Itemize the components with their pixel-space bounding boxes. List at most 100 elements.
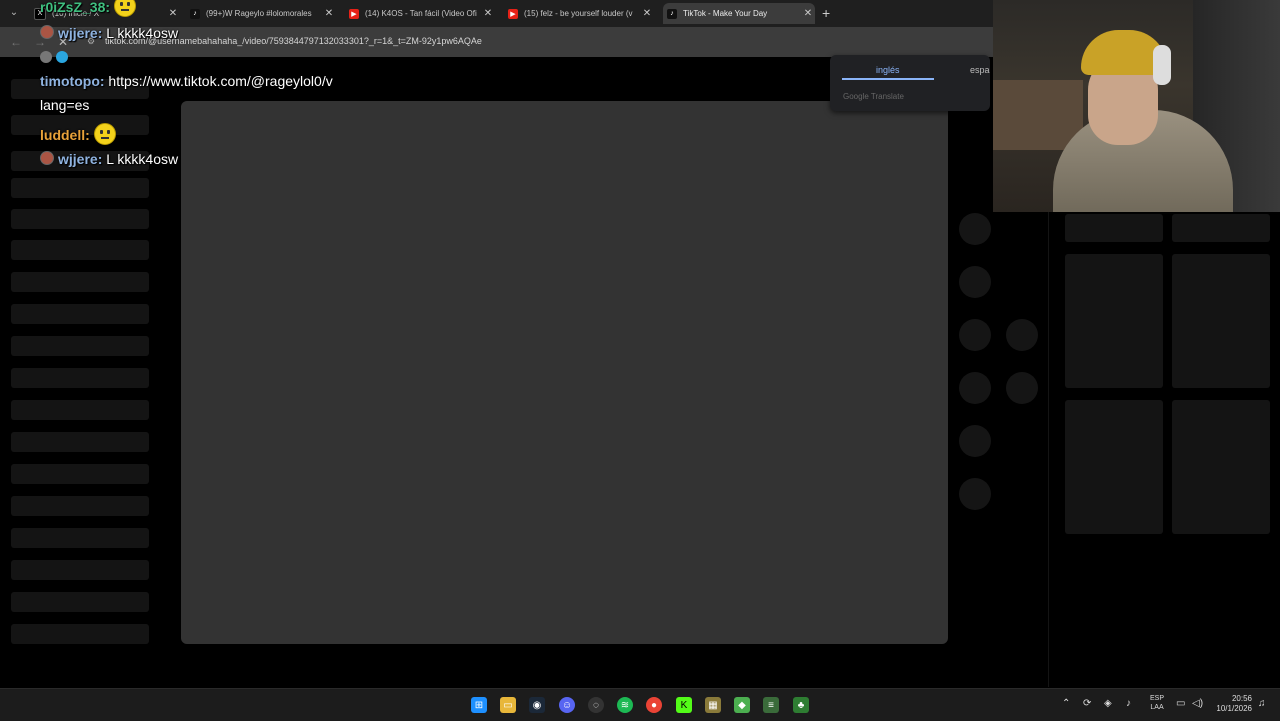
tab-title: (14) K4OS - Tan fácil (Video Ofi xyxy=(365,9,477,18)
translate-source-language-tab[interactable]: inglés xyxy=(876,65,900,75)
tab-title: (99+)W Rageylo #lolomorales xyxy=(206,9,312,18)
action-button-skeleton[interactable] xyxy=(959,213,991,245)
close-tab-icon[interactable]: ✕ xyxy=(322,8,336,19)
webcam-overlay xyxy=(993,0,1280,212)
action-button-skeleton[interactable] xyxy=(959,266,991,298)
translate-popup: inglés españ Google Translate xyxy=(830,55,990,111)
chevron-up-icon[interactable]: ⌃ xyxy=(1062,698,1070,709)
region-code: LAA xyxy=(1150,704,1164,711)
clock-date: 10/1/2026 xyxy=(1216,704,1252,713)
close-tab-icon[interactable]: ✕ xyxy=(640,8,654,19)
tab-tiktok-rageylo[interactable]: ♪ (99+)W Rageylo #lolomorales ✕ xyxy=(186,3,336,24)
active-tab-indicator xyxy=(842,78,934,80)
microphone-icon[interactable]: ♪ xyxy=(1126,698,1131,709)
new-tab-button[interactable]: + xyxy=(822,5,830,21)
chat-message: wjjere: L kkkk4osw xyxy=(40,151,178,167)
chat-badge-icon xyxy=(40,51,52,63)
close-tab-icon[interactable]: ✕ xyxy=(801,8,815,19)
related-video-skeleton xyxy=(1172,254,1270,388)
action-button-skeleton[interactable] xyxy=(959,478,991,510)
neutral-face-emote-icon xyxy=(93,123,116,145)
action-button-skeleton[interactable] xyxy=(959,372,991,404)
sidebar-skeleton-item xyxy=(11,432,149,452)
tab-title: TikTok - Make Your Day xyxy=(683,9,768,18)
steam-icon[interactable]: ◉ xyxy=(529,697,545,713)
related-video-skeleton xyxy=(1172,214,1270,242)
translate-target-language-tab[interactable]: españ xyxy=(970,65,990,75)
windows-start-icon[interactable]: ⊞ xyxy=(471,697,487,713)
user-badge-icon xyxy=(40,25,54,39)
system-clock[interactable]: 20:56 10/1/2026 xyxy=(1208,694,1252,714)
sidebar-skeleton-item xyxy=(11,624,149,644)
notification-bell-icon[interactable]: ♫ xyxy=(1258,698,1266,709)
sidebar-skeleton-item xyxy=(11,272,149,292)
back-arrow-icon[interactable]: ← xyxy=(10,35,22,49)
sidebar-skeleton-item xyxy=(11,560,149,580)
tab-tiktok-active[interactable]: ♪ TikTok - Make Your Day ✕ xyxy=(663,3,815,24)
action-button-skeleton[interactable] xyxy=(959,319,991,351)
chat-message: wjjere: L kkkk4osw xyxy=(40,25,178,41)
sidebar-skeleton-item xyxy=(11,209,149,229)
user-badge-icon xyxy=(40,151,54,165)
sidebar-skeleton-item xyxy=(11,496,149,516)
minecraft-icon[interactable]: ◆ xyxy=(734,697,750,713)
related-video-skeleton xyxy=(1065,214,1163,242)
tab-youtube-felz[interactable]: ▶ (15) felz - be yourself louder (v ✕ xyxy=(504,3,654,24)
network-icon[interactable]: ▭ xyxy=(1176,698,1185,709)
related-video-skeleton xyxy=(1065,400,1163,534)
webcam-person xyxy=(1153,45,1171,85)
sidebar-skeleton-item xyxy=(11,240,149,260)
action-button-skeleton[interactable] xyxy=(1006,372,1038,404)
app-icon[interactable]: ♣ xyxy=(793,697,809,713)
tab-title: (15) felz - be yourself louder (v xyxy=(524,9,633,18)
tab-search-chevron-icon[interactable]: ⌄ xyxy=(6,5,22,21)
neutral-face-emote-icon xyxy=(113,0,136,17)
volume-icon[interactable]: ◁) xyxy=(1192,698,1203,709)
chat-username: wjjere: xyxy=(58,151,103,167)
youtube-icon: ▶ xyxy=(508,8,518,19)
sidebar-skeleton-item xyxy=(11,464,149,484)
chat-message: timotopo: https://www.tiktok.com/@rageyl… xyxy=(40,73,333,89)
discord-icon[interactable]: ☺ xyxy=(559,697,575,713)
chat-text: https://www.tiktok.com/@rageylol0/v xyxy=(104,73,333,89)
input-language-indicator[interactable]: ESP LAA xyxy=(1150,694,1164,712)
taskbar: ⊞ ▭ ◉ ☺ ◌ ≋ ● K ▦ ◆ ≡ ♣ ⌃ ⟳ ◈ ♪ ESP LAA … xyxy=(0,688,1280,721)
spotify-icon[interactable]: ≋ xyxy=(617,697,633,713)
sidebar-skeleton-item xyxy=(11,178,149,198)
related-video-skeleton xyxy=(1065,254,1163,388)
sidebar-skeleton-item xyxy=(11,368,149,388)
chat-username: wjjere: xyxy=(58,25,103,41)
chat-message-continuation: lang=es xyxy=(40,97,89,113)
sidebar-skeleton-item xyxy=(11,528,149,548)
tiktok-icon: ♪ xyxy=(190,8,200,19)
tab-youtube-k4os[interactable]: ▶ (14) K4OS - Tan fácil (Video Ofi ✕ xyxy=(345,3,495,24)
sidebar-skeleton-item xyxy=(11,400,149,420)
action-button-skeleton[interactable] xyxy=(959,425,991,457)
sidebar-skeleton-item xyxy=(11,592,149,612)
tiktok-icon: ♪ xyxy=(667,8,677,19)
file-explorer-icon[interactable]: ▭ xyxy=(500,697,516,713)
google-translate-brand: Google Translate xyxy=(843,92,904,101)
close-tab-icon[interactable]: ✕ xyxy=(481,8,495,19)
app-icon[interactable]: ≡ xyxy=(763,697,779,713)
youtube-icon: ▶ xyxy=(349,8,359,19)
close-tab-icon[interactable]: ✕ xyxy=(166,8,180,19)
sidebar-skeleton-item xyxy=(11,304,149,324)
chat-text: lang=es xyxy=(40,97,90,113)
app-icon[interactable]: ▦ xyxy=(705,697,721,713)
chat-username: timotopo: xyxy=(40,73,105,89)
security-icon[interactable]: ◈ xyxy=(1104,698,1112,709)
clock-time: 20:56 xyxy=(1231,694,1252,703)
sync-icon[interactable]: ⟳ xyxy=(1083,698,1091,709)
chat-badge-icon xyxy=(56,51,68,63)
chat-username: luddell: xyxy=(40,127,90,143)
chat-text: L kkkk4osw xyxy=(102,25,179,41)
video-player-placeholder[interactable] xyxy=(181,101,948,644)
chrome-icon[interactable]: ● xyxy=(646,697,662,713)
action-button-skeleton[interactable] xyxy=(1006,319,1038,351)
sidebar-skeleton-item xyxy=(11,336,149,356)
app-icon[interactable]: ◌ xyxy=(588,697,604,713)
related-video-skeleton xyxy=(1172,400,1270,534)
language-code: ESP xyxy=(1150,695,1165,702)
kick-icon[interactable]: K xyxy=(676,697,692,713)
